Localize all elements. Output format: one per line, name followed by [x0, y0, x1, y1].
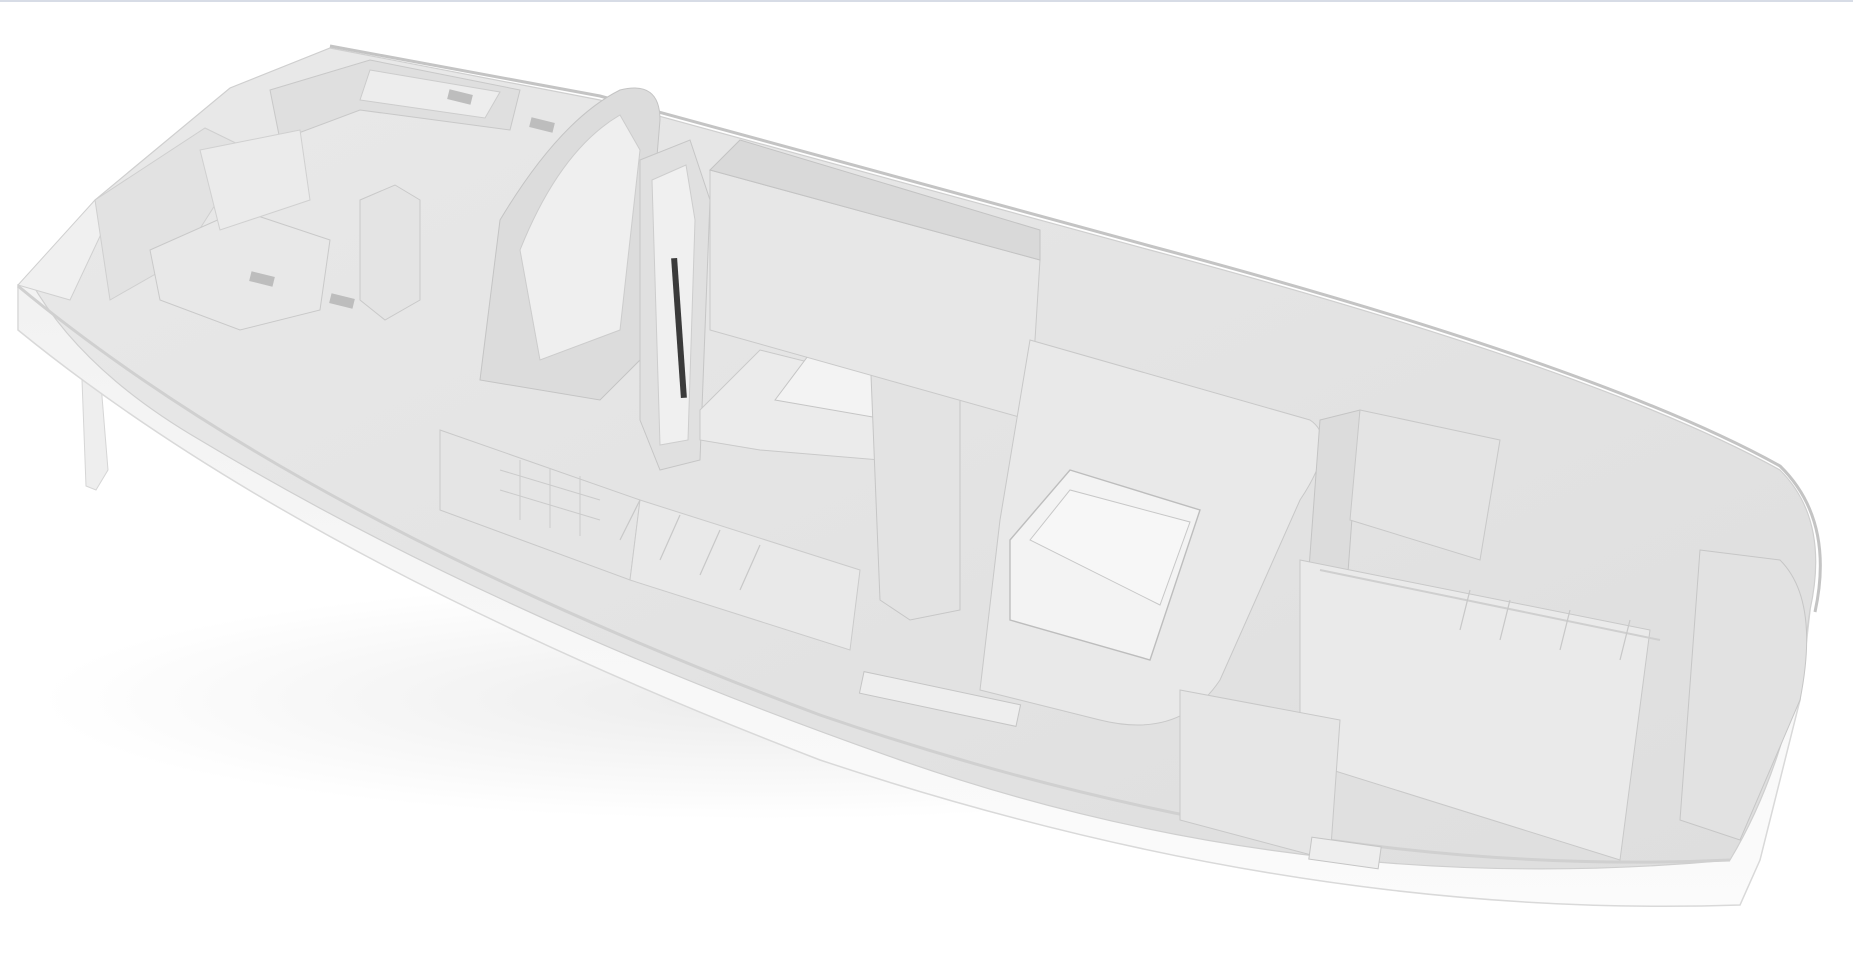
boat-model-render[interactable] [0, 0, 1853, 966]
bow-locker [1679, 549, 1808, 841]
companionway-arch-2-opening [651, 164, 696, 446]
aft-block-tall [359, 184, 421, 321]
3d-viewport[interactable] [0, 0, 1853, 966]
